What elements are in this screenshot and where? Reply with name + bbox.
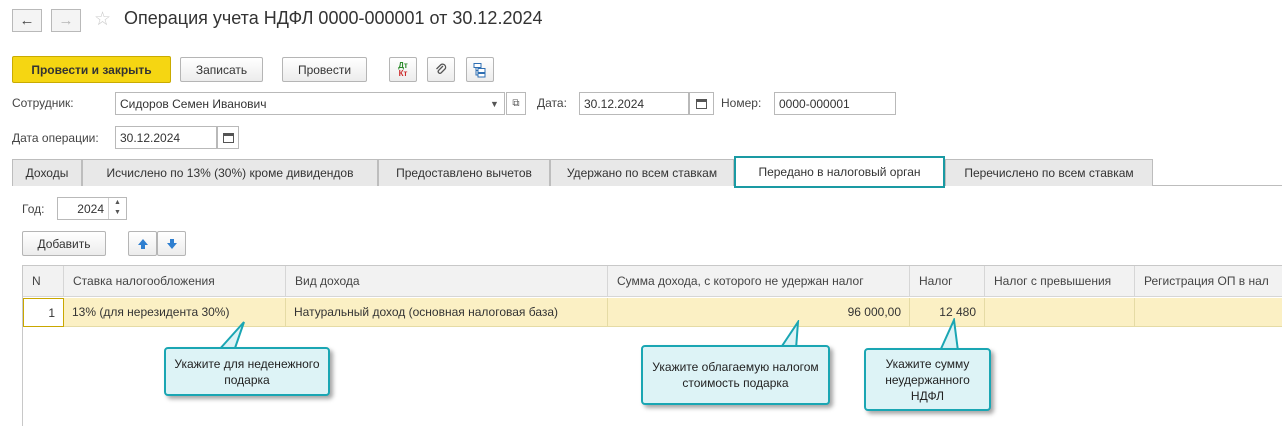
year-label: Год: xyxy=(22,202,45,216)
date-calendar-button[interactable] xyxy=(689,92,714,115)
post-and-close-button[interactable]: Провести и закрыть xyxy=(12,56,171,83)
calendar-icon xyxy=(696,99,707,109)
date-label: Дата: xyxy=(537,96,567,110)
column-header-n[interactable]: N xyxy=(23,266,64,297)
income-amount-cell[interactable]: 96 000,00 xyxy=(608,298,910,327)
tab-paid[interactable]: Перечислено по всем ставкам xyxy=(945,159,1153,186)
open-icon: ⧉ xyxy=(512,98,520,109)
dt-kt-icon: Дт Кт xyxy=(398,60,408,78)
tab-withheld[interactable]: Удержано по всем ставкам xyxy=(550,159,734,186)
callout-tail xyxy=(938,318,960,352)
employee-dropdown-button[interactable]: ▼ xyxy=(485,92,505,115)
tab-income[interactable]: Доходы xyxy=(12,159,82,186)
calendar-icon xyxy=(222,133,234,143)
operation-date-calendar-button[interactable] xyxy=(217,126,239,149)
forward-button[interactable]: → xyxy=(51,9,81,32)
column-header-tax-excess[interactable]: Налог с превышения xyxy=(985,266,1135,297)
paperclip-icon xyxy=(436,63,447,74)
column-header-rate[interactable]: Ставка налогообложения xyxy=(64,266,286,297)
attach-button[interactable] xyxy=(427,57,455,82)
structure-icon xyxy=(473,62,486,77)
arrow-down-icon xyxy=(166,238,177,249)
tab-deductions[interactable]: Предоставлено вычетов xyxy=(378,159,550,186)
employee-open-button[interactable]: ⧉ xyxy=(506,92,526,115)
column-header-income-amount[interactable]: Сумма дохода, с которого не удержан нало… xyxy=(608,266,910,297)
post-button[interactable]: Провести xyxy=(282,57,367,82)
registration-cell[interactable] xyxy=(1135,298,1282,327)
tab-transferred-to-tax-authority[interactable]: Передано в налоговый орган xyxy=(734,156,945,188)
chevron-up-icon: ▲ xyxy=(114,199,121,206)
row-number-cell[interactable]: 1 xyxy=(23,298,64,327)
column-header-registration[interactable]: Регистрация ОП в нал xyxy=(1135,266,1282,297)
date-field[interactable]: 30.12.2024 xyxy=(579,92,689,115)
arrow-up-icon xyxy=(137,238,148,249)
move-down-button[interactable] xyxy=(157,231,186,256)
tax-excess-cell[interactable] xyxy=(985,298,1135,327)
tab-calculated[interactable]: Исчислено по 13% (30%) кроме дивидендов xyxy=(82,159,378,186)
operation-date-label: Дата операции: xyxy=(12,131,99,145)
back-button[interactable]: ← xyxy=(12,9,42,32)
income-type-cell[interactable]: Натуральный доход (основная налоговая ба… xyxy=(286,298,608,327)
page-title: Операция учета НДФЛ 0000-000001 от 30.12… xyxy=(124,8,543,28)
arrow-left-icon: ← xyxy=(19,12,35,29)
arrow-right-icon: → xyxy=(58,12,74,29)
callout-gift-value: Укажите облагаемую налогом стоимость под… xyxy=(641,345,830,405)
move-up-button[interactable] xyxy=(128,231,157,256)
structure-button[interactable] xyxy=(466,57,494,82)
star-icon[interactable]: ☆ xyxy=(94,8,111,31)
save-button[interactable]: Записать xyxy=(180,57,263,82)
dt-kt-button[interactable]: Дт Кт xyxy=(389,57,417,82)
year-spinner[interactable]: ▲ ▼ xyxy=(108,198,126,219)
callout-noncash-gift: Укажите для неденежного подарка xyxy=(164,347,330,396)
operation-date-field[interactable]: 30.12.2024 xyxy=(115,126,217,149)
number-label: Номер: xyxy=(721,96,762,110)
employee-label: Сотрудник: xyxy=(12,96,74,110)
callout-unwithheld-tax: Укажите сумму неудержанного НДФЛ xyxy=(864,348,991,411)
employee-field[interactable]: Сидоров Семен Иванович xyxy=(115,92,486,115)
column-header-income-type[interactable]: Вид дохода xyxy=(286,266,608,297)
add-button[interactable]: Добавить xyxy=(22,231,106,256)
number-field[interactable]: 0000-000001 xyxy=(774,92,896,115)
chevron-down-icon: ▼ xyxy=(114,209,121,216)
column-header-tax[interactable]: Налог xyxy=(910,266,985,297)
chevron-down-icon: ▼ xyxy=(490,98,499,109)
